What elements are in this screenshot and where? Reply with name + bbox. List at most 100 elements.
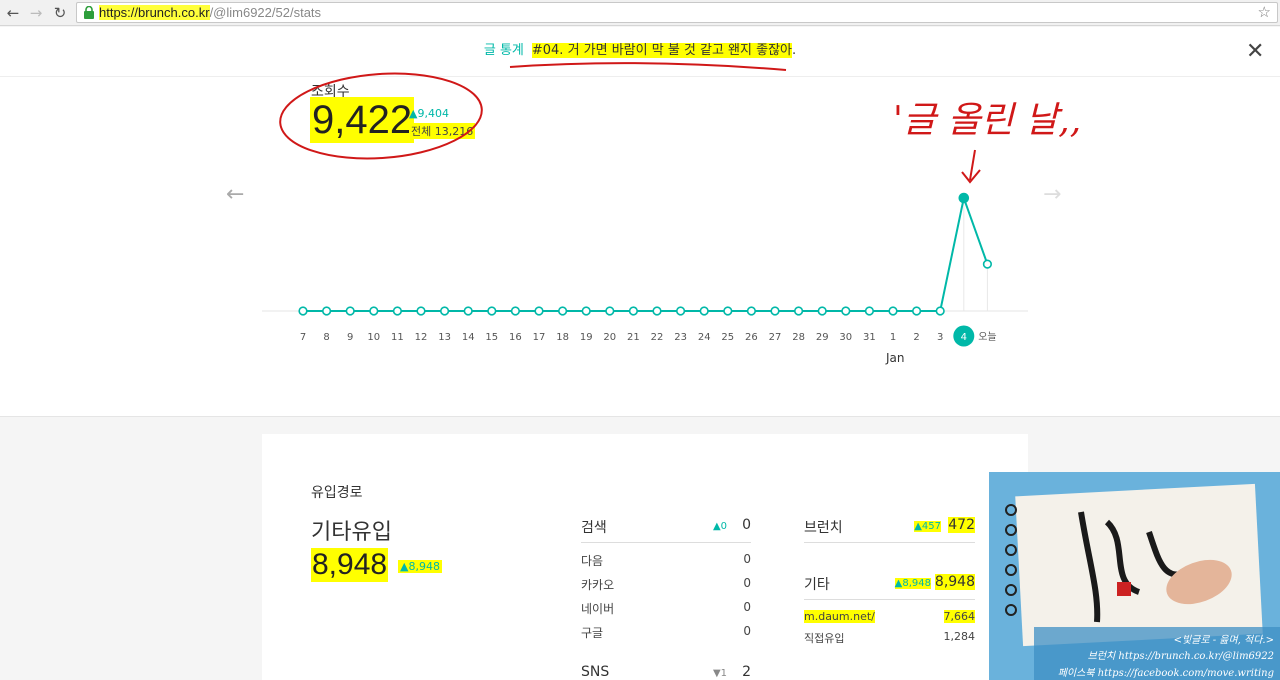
x-tick-label: 20 [603,332,616,343]
chart-point [345,306,355,316]
x-tick-label: 22 [651,332,664,343]
x-tick-label: 27 [769,332,782,343]
chart-point [487,306,497,316]
x-tick-label: 10 [367,332,380,343]
x-tick-label: 15 [485,332,498,343]
search-delta: ▲0 [712,521,727,532]
inflow-card: 유입경로 기타유입 8,948 ▲8,948 검색 ▲0 0 다음 0 카카오 … [262,434,1028,680]
sns-total: 2 [742,664,751,680]
chart-point [864,306,875,316]
x-tick-label: 7 [300,332,306,343]
chart-point [392,306,403,316]
x-tick-label: 11 [391,332,404,343]
inflow-top-name: 기타유입 [311,520,392,545]
chart-point [982,259,993,269]
chart-point [463,306,473,316]
brunch-title: 브런치 [804,520,843,536]
chart-point [534,306,544,316]
etc-total: 8,948 [934,574,975,590]
chart-point [510,306,521,316]
row-name: m.daum.net/ [804,610,875,623]
row-name: 다음 [581,554,604,568]
sns-delta: ▼1 [712,668,727,679]
chart-point [888,306,898,316]
inflow-label: 유입경로 [311,485,363,501]
brunch-column: 브런치 ▲457 472 기타 ▲8,948 8,948 m.daum.net/… [804,514,975,674]
photo-caption-2: 브런치 https://brunch.co.kr/@lim6922 [1087,651,1274,662]
x-tick-label: 30 [839,332,852,343]
chart-point [935,306,945,316]
chart-series-line [303,194,989,312]
x-tick-label: 9 [347,332,353,343]
chart-point [841,306,851,316]
x-tick-label: 2 [913,332,919,343]
sns-title: SNS [581,664,610,680]
chart-point [440,306,450,316]
chart-point [911,306,922,316]
chart-point [770,306,780,316]
x-tick-label: 3 [937,332,943,343]
etc-delta: ▲8,948 [894,578,931,589]
chart-point [675,306,686,316]
x-tick-label: 23 [674,332,687,343]
x-tick-label: 16 [509,332,522,343]
search-row-naver: 네이버 0 [581,600,751,617]
photo-caption-3: 페이스북 https://facebook.com/move.writing [1057,668,1274,679]
x-tick-label: 17 [533,332,546,343]
x-tick-label: 1 [890,332,896,343]
brunch-delta: ▲457 [914,521,941,532]
search-total: 0 [742,517,751,533]
row-name: 구글 [581,626,604,640]
etc-title: 기타 [804,577,830,593]
row-value: 0 [743,552,751,566]
chart-point [793,306,804,316]
chart-point [652,306,662,316]
x-tick-label: 21 [627,332,640,343]
x-tick-label: 24 [698,332,711,343]
red-seal [1117,582,1131,596]
divider [804,599,975,600]
notebook-photo: <빛글로 - 읊며, 적다.> 브런치 https://brunch.co.kr… [989,472,1280,680]
row-value: 1,284 [943,630,976,643]
chart-point [557,306,568,316]
brunch-header: 브런치 ▲457 472 [804,517,975,537]
inflow-top-delta: ▲8,948 [398,560,442,573]
x-tick-label: 28 [792,332,805,343]
x-tick-label: 오늘 [978,331,996,343]
sns-header: SNS ▼1 2 [581,664,751,680]
x-tick-label: 18 [556,332,569,343]
x-tick-label: 31 [863,332,876,343]
row-value: 0 [743,624,751,638]
row-value: 0 [743,600,751,614]
x-tick-label: 26 [745,332,758,343]
x-tick-label: 12 [415,332,428,343]
handwritten-note: '글 올린 날,, [893,100,1081,141]
etc-row-direct: 직접유입 1,284 [804,630,975,646]
search-title: 검색 [581,520,607,536]
x-tick-label: 19 [580,332,593,343]
chart-point [581,306,591,316]
row-name: 네이버 [581,602,615,616]
x-tick-label: 25 [721,332,734,343]
red-circle-annotation [279,72,483,160]
x-tick-label: 4 [961,332,967,343]
search-row-daum: 다음 0 [581,552,751,569]
row-value: 7,664 [943,610,975,623]
search-column: 검색 ▲0 0 다음 0 카카오 0 네이버 0 구글 0 SNS ▼1 2 [581,514,751,680]
search-row-kakao: 카카오 0 [581,576,751,593]
chart-point [322,306,332,316]
brunch-total: 472 [948,517,975,533]
inflow-top-count: 8,948 [311,548,389,582]
chart-point [369,306,379,316]
x-tick-label: 29 [816,332,829,343]
red-underline-annotation [509,62,787,71]
chart-point [746,306,757,316]
etc-header: 기타 ▲8,948 8,948 [804,574,975,594]
etc-row-mdaum: m.daum.net/ 7,664 [804,610,975,623]
chart-point [605,306,615,316]
search-row-google: 구글 0 [581,624,751,641]
chart-point [723,306,733,316]
spiral-rings [1005,504,1017,616]
x-tick-label: 8 [323,332,329,343]
row-name: 직접유입 [804,632,845,645]
